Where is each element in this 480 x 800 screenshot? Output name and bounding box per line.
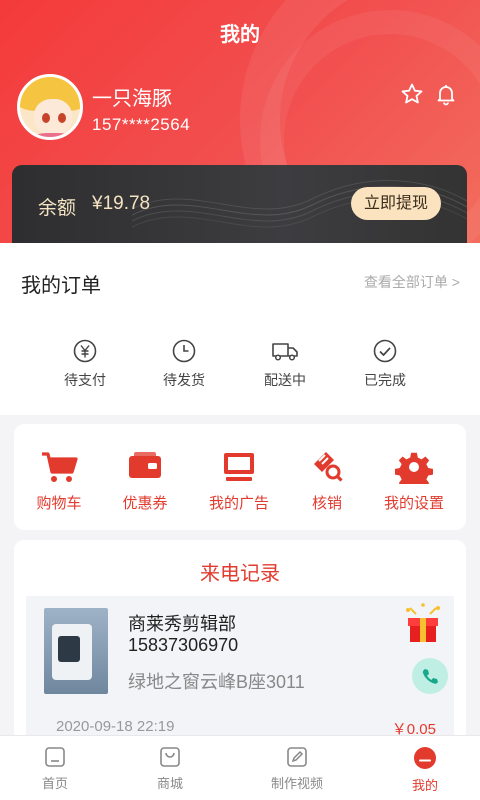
withdraw-button[interactable]: 立即提现 [351,187,441,220]
order-status-label: 已完成 [364,372,406,388]
call-records-title: 来电记录 [200,563,280,585]
tab-label: 商城 [156,776,183,791]
gift-box-icon[interactable] [400,602,446,644]
verify-ticket-icon [314,452,343,482]
tab-label: 首页 [41,776,68,791]
tool-label: 购物车 [36,495,82,512]
verify-button[interactable]: 核销 [282,450,372,513]
order-status-label: 待发货 [163,372,205,388]
cart-button[interactable]: 购物车 [14,450,104,513]
tools-grid: 购物车 优惠券 我的广告 核销 我的设置 [14,424,466,530]
bell-icon[interactable] [432,80,460,108]
view-all-orders-link[interactable]: 查看全部订单 > [364,272,460,292]
orders-title: 我的订单 [21,275,101,297]
clock-icon [172,339,196,363]
shop-bag-icon [160,747,180,767]
star-outline-icon[interactable] [398,80,426,108]
phone-icon [422,669,438,684]
order-status-delivering[interactable]: 配送中 [245,338,325,390]
edit-video-icon [287,747,307,767]
tool-label: 我的广告 [208,495,269,512]
cart-icon [42,452,78,482]
orders-section: 我的订单 查看全部订单 > 待支付 待发货 配送中 已完成 [0,243,480,415]
home-icon [45,747,65,767]
tab-shop[interactable]: 商城 [125,745,215,792]
user-name: 一只海豚 [92,88,172,110]
order-status-label: 配送中 [264,372,306,388]
page-title: 我的 [220,24,260,46]
order-status-to-ship[interactable]: 待发货 [144,338,224,390]
yen-circle-icon [73,339,97,363]
monitor-icon [224,453,254,481]
bottom-tab-bar: 首页 商城 制作视频 我的 [0,735,480,800]
merchant-thumbnail [44,608,108,694]
tab-make-video[interactable]: 制作视频 [252,745,342,792]
settings-button[interactable]: 我的设置 [369,450,459,513]
gear-icon [395,452,433,484]
profile-icon [414,747,436,769]
call-date: 2020-09-18 22:19 [56,718,175,735]
coupon-icon [129,452,161,478]
call-phone-button[interactable] [412,658,448,694]
balance-label: 余额 [38,198,77,219]
merchant-name: 商莱秀剪辑部 [128,614,236,634]
order-status-label: 待支付 [64,372,106,388]
tool-label: 核销 [311,495,342,512]
delivery-truck-icon [272,343,298,361]
check-circle-icon [373,339,397,363]
profile-header: 我的 一只海豚 157****2564 余额 ¥19.78 立即提现 [0,0,480,245]
tab-mine[interactable]: 我的 [380,745,470,794]
tab-home[interactable]: 首页 [10,745,100,792]
tab-label: 制作视频 [270,776,323,791]
tool-label: 优惠券 [122,495,168,512]
avatar[interactable] [17,74,83,140]
balance-value: ¥19.78 [92,193,151,214]
order-status-completed[interactable]: 已完成 [345,338,425,390]
my-ads-button[interactable]: 我的广告 [194,450,284,513]
call-record-card[interactable]: 商莱秀剪辑部 15837306970 绿地之窗云峰B座3011 2020-09-… [26,596,454,740]
call-records-section: 来电记录 商莱秀剪辑部 15837306970 绿地之窗云峰B座3011 202… [14,540,466,740]
merchant-phone: 15837306970 [128,635,239,655]
tool-label: 我的设置 [383,495,444,512]
balance-card: 余额 ¥19.78 立即提现 [12,165,467,243]
tab-label: 我的 [411,778,438,793]
merchant-address: 绿地之窗云峰B座3011 [128,672,305,692]
coupon-button[interactable]: 优惠券 [100,450,190,513]
user-phone: 157****2564 [92,115,191,134]
order-status-pending-payment[interactable]: 待支付 [45,338,125,390]
